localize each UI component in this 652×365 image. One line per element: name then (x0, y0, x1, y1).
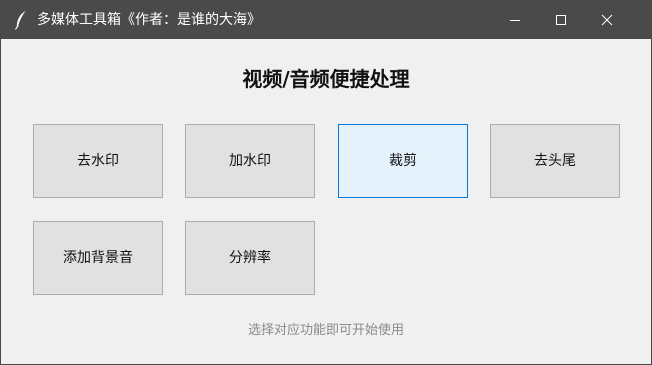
maximize-icon (556, 15, 566, 25)
feather-icon (14, 10, 30, 30)
hint-text: 选择对应功能即可开始使用 (247, 323, 404, 338)
add-watermark-button[interactable]: 加水印 (185, 124, 315, 198)
close-button[interactable] (584, 1, 630, 39)
trim-head-tail-button[interactable]: 去头尾 (490, 124, 620, 198)
maximize-button[interactable] (538, 1, 584, 39)
minimize-button[interactable] (492, 1, 538, 39)
close-icon (601, 14, 613, 26)
minimize-icon (510, 20, 520, 21)
app-window: 多媒体工具箱《作者：是谁的大海》 视频/音频便捷处理 去水印 加水印 裁剪 去头… (0, 0, 652, 365)
title-bar[interactable]: 多媒体工具箱《作者：是谁的大海》 (1, 1, 651, 39)
page-title: 视频/音频便捷处理 (242, 67, 410, 91)
crop-button[interactable]: 裁剪 (338, 124, 468, 198)
remove-watermark-button[interactable]: 去水印 (33, 124, 163, 198)
window-title: 多媒体工具箱《作者：是谁的大海》 (37, 12, 261, 28)
resolution-button[interactable]: 分辨率 (185, 221, 315, 295)
add-background-music-button[interactable]: 添加背景音 (33, 221, 163, 295)
